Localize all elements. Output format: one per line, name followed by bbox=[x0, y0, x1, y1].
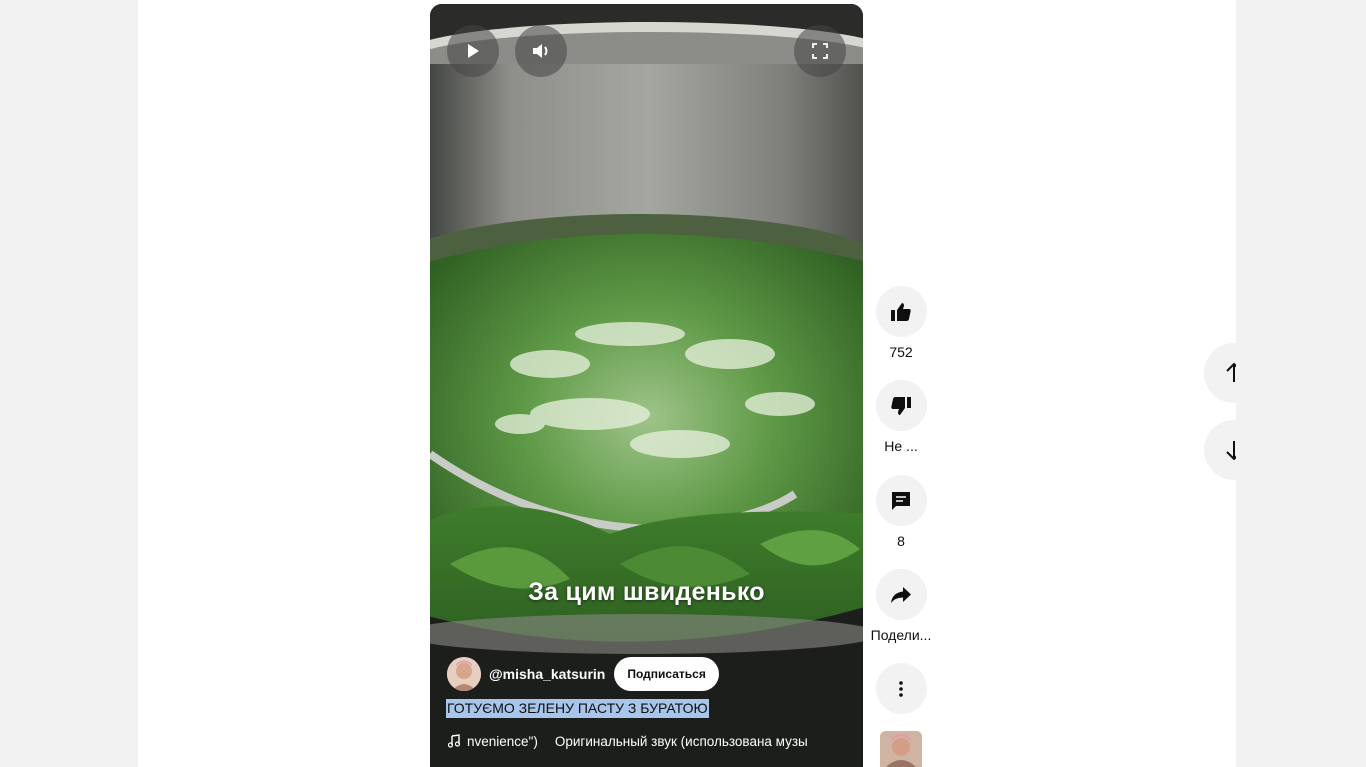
fullscreen-button[interactable] bbox=[794, 25, 846, 77]
sound-text: Оригинальный звук (использована музы bbox=[554, 733, 808, 749]
play-icon bbox=[468, 44, 479, 58]
channel-avatar[interactable] bbox=[447, 657, 481, 691]
music-note-icon bbox=[447, 734, 461, 748]
subscribe-button[interactable]: Подписаться bbox=[614, 657, 719, 691]
like-button[interactable] bbox=[875, 286, 927, 337]
video-caption: За цим швиденько bbox=[528, 578, 765, 606]
share-action: Подели... bbox=[867, 569, 935, 643]
volume-button[interactable] bbox=[515, 25, 567, 77]
play-button[interactable] bbox=[447, 25, 499, 77]
comment-icon bbox=[892, 491, 910, 510]
fullscreen-icon bbox=[812, 43, 828, 59]
more-options-button[interactable] bbox=[875, 663, 927, 714]
right-edge-cover bbox=[1236, 0, 1366, 767]
more-action bbox=[867, 663, 935, 714]
thumbs-down-icon bbox=[891, 396, 911, 415]
like-count: 752 bbox=[889, 344, 913, 360]
like-action: 752 bbox=[867, 286, 935, 360]
thumbs-up-icon bbox=[891, 302, 911, 321]
comments-action: 8 bbox=[867, 475, 935, 549]
comments-count: 8 bbox=[897, 533, 905, 549]
channel-handle[interactable]: @misha_katsurin bbox=[489, 666, 605, 682]
dislike-label: Не ... bbox=[884, 438, 918, 454]
comments-button[interactable] bbox=[875, 475, 927, 526]
channel-thumbnail[interactable] bbox=[880, 731, 922, 767]
share-label: Подели... bbox=[870, 627, 932, 643]
more-vertical-icon bbox=[899, 680, 903, 697]
sound-text-start: nvenience") bbox=[467, 733, 538, 749]
channel-bar: @misha_katsurin Подписаться bbox=[447, 656, 719, 692]
share-icon bbox=[891, 586, 911, 603]
volume-icon bbox=[533, 44, 548, 58]
dislike-action: Не ... bbox=[867, 380, 935, 454]
share-button[interactable] bbox=[875, 569, 927, 620]
sound-info[interactable]: nvenience") Оригинальный звук (использов… bbox=[447, 731, 847, 751]
shorts-video-player[interactable]: За цим швиденько @misha_katsurin Подписа… bbox=[430, 4, 863, 767]
video-title[interactable]: ГОТУЄМО ЗЕЛЕНУ ПАСТУ З БУРАТОЮ bbox=[446, 699, 709, 718]
dislike-button[interactable] bbox=[875, 380, 927, 431]
video-frame bbox=[430, 4, 863, 767]
